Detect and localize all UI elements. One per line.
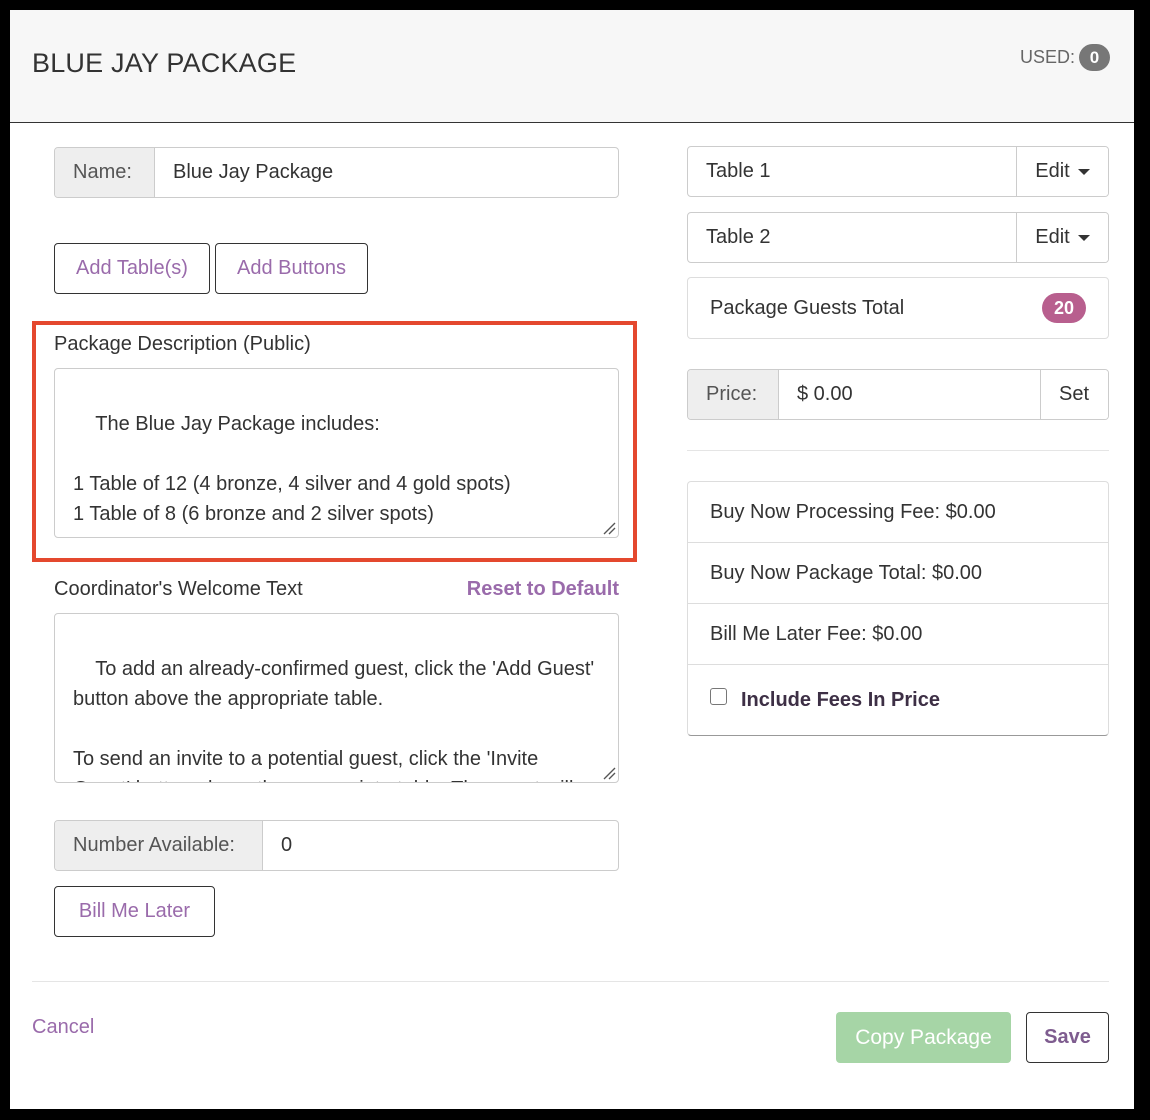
set-price-button[interactable]: Set xyxy=(1040,370,1108,419)
used-count-badge: 0 xyxy=(1079,44,1110,71)
number-available-group: Number Available: 0 xyxy=(54,820,619,871)
package-total: Buy Now Package Total: $0.00 xyxy=(688,543,1108,604)
include-fees-row[interactable]: Include Fees In Price xyxy=(688,665,1108,735)
include-fees-checkbox[interactable] xyxy=(710,687,727,705)
reset-to-default-link[interactable]: Reset to Default xyxy=(467,578,619,601)
table-row-1: Table 1 Edit xyxy=(687,146,1109,197)
used-indicator: USED: 0 xyxy=(1020,44,1110,71)
description-text: The Blue Jay Package includes: 1 Table o… xyxy=(73,413,511,525)
price-label: Price: xyxy=(688,370,779,419)
table-1-name[interactable]: Table 1 xyxy=(688,147,1016,196)
package-guests-total-panel: Package Guests Total 20 xyxy=(687,277,1109,339)
table-row-2: Table 2 Edit xyxy=(687,212,1109,263)
used-label: USED: xyxy=(1019,47,1075,67)
name-label: Name: xyxy=(55,148,155,197)
number-available-input[interactable]: 0 xyxy=(263,821,618,870)
divider xyxy=(687,450,1109,451)
caret-down-icon xyxy=(1077,234,1090,241)
description-label: Package Description (Public) xyxy=(54,333,311,355)
caret-down-icon xyxy=(1077,168,1090,175)
include-fees-label[interactable]: Include Fees In Price xyxy=(741,689,940,712)
bill-later-fee: Bill Me Later Fee: $0.00 xyxy=(688,604,1108,665)
welcome-text: To add an already-confirmed guest, click… xyxy=(73,658,595,782)
footer-divider xyxy=(32,981,1109,982)
name-input[interactable]: Blue Jay Package xyxy=(155,148,618,197)
description-textarea[interactable]: The Blue Jay Package includes: 1 Table o… xyxy=(54,368,619,538)
fees-list: Buy Now Processing Fee: $0.00 Buy Now Pa… xyxy=(687,481,1109,736)
welcome-textarea[interactable]: To add an already-confirmed guest, click… xyxy=(54,613,619,783)
table-1-edit-button[interactable]: Edit xyxy=(1016,147,1108,196)
processing-fee: Buy Now Processing Fee: $0.00 xyxy=(688,482,1108,543)
number-available-label: Number Available: xyxy=(55,821,263,870)
resize-handle-icon[interactable] xyxy=(602,766,616,780)
cancel-link[interactable]: Cancel xyxy=(32,1016,94,1039)
name-input-group: Name: Blue Jay Package xyxy=(54,147,619,198)
modal-title: BLUE JAY PACKAGE xyxy=(32,48,297,78)
edit-label: Edit xyxy=(1035,160,1070,182)
add-tables-button[interactable]: Add Table(s) xyxy=(54,243,210,294)
save-button[interactable]: Save xyxy=(1026,1012,1109,1063)
table-2-name[interactable]: Table 2 xyxy=(688,213,1016,262)
resize-handle-icon[interactable] xyxy=(602,521,616,535)
edit-label: Edit xyxy=(1035,226,1070,248)
add-buttons-button[interactable]: Add Buttons xyxy=(215,243,368,294)
package-modal: BLUE JAY PACKAGE USED: 0 Name: Blue Jay … xyxy=(10,10,1134,1109)
guests-total-badge: 20 xyxy=(1042,293,1086,323)
bill-me-later-button[interactable]: Bill Me Later xyxy=(54,886,215,937)
guests-total-label: Package Guests Total xyxy=(710,296,905,319)
welcome-label: Coordinator's Welcome Text xyxy=(54,578,303,600)
table-2-edit-button[interactable]: Edit xyxy=(1016,213,1108,262)
price-input-group: Price: $ 0.00 Set xyxy=(687,369,1109,420)
copy-package-button[interactable]: Copy Package xyxy=(836,1012,1011,1063)
price-input[interactable]: $ 0.00 xyxy=(779,370,1040,419)
modal-header: BLUE JAY PACKAGE USED: 0 xyxy=(10,10,1134,123)
